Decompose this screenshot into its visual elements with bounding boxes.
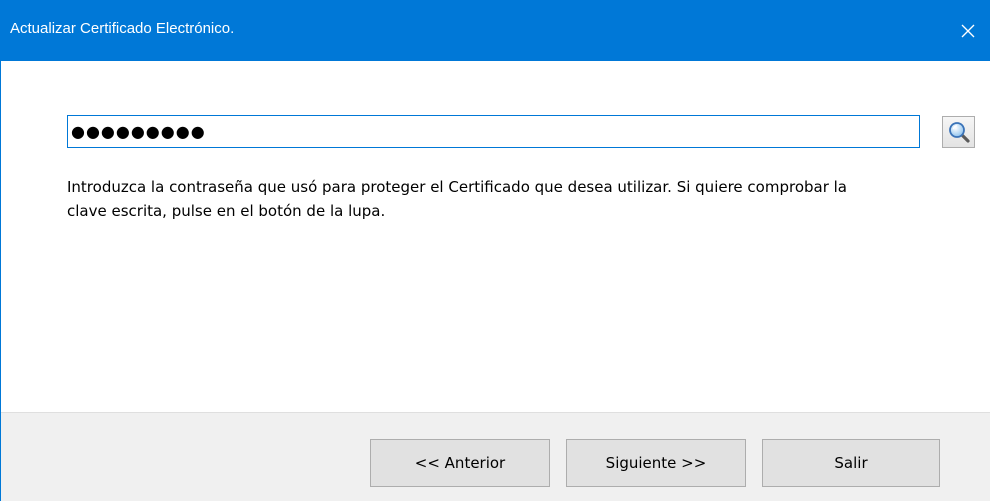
content-area: ●●●●●●●●● Introduzca la contraseña que u… bbox=[1, 61, 990, 412]
show-password-button[interactable] bbox=[942, 116, 975, 148]
close-icon bbox=[961, 24, 975, 37]
magnifier-icon bbox=[948, 122, 970, 143]
dialog-window: Actualizar Certificado Electrónico. ●●●●… bbox=[0, 0, 990, 501]
password-field[interactable]: ●●●●●●●●● bbox=[67, 115, 920, 148]
title-bar: Actualizar Certificado Electrónico. bbox=[1, 0, 990, 61]
window-title: Actualizar Certificado Electrónico. bbox=[10, 20, 235, 37]
next-button[interactable]: Siguiente >> bbox=[566, 439, 746, 487]
button-bar: << Anterior Siguiente >> Salir bbox=[1, 413, 990, 501]
exit-button[interactable]: Salir bbox=[762, 439, 940, 487]
close-button[interactable] bbox=[945, 0, 990, 61]
password-masked-value: ●●●●●●●●● bbox=[71, 122, 206, 141]
previous-button[interactable]: << Anterior bbox=[370, 439, 550, 487]
help-text: Introduzca la contraseña que usó para pr… bbox=[67, 178, 847, 220]
